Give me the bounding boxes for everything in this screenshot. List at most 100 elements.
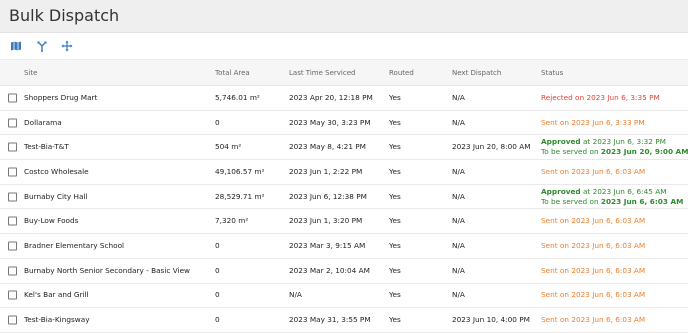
site-name: Shoppers Drug Mart <box>24 92 98 102</box>
next-dispatch: N/A <box>452 240 465 250</box>
routed-value: Yes <box>389 216 401 226</box>
last-serviced: 2023 May 8, 4:21 PM <box>289 142 366 152</box>
table-body: Shoppers Drug Mart 5,746.01 m² 2023 Apr 20… <box>0 86 688 333</box>
status-approved-time: at 2023 Jun 6, 3:32 PM <box>580 137 666 147</box>
route-split-icon[interactable] <box>36 40 48 52</box>
next-dispatch: N/A <box>452 166 465 176</box>
last-serviced: 2023 May 30, 3:23 PM <box>289 117 371 127</box>
status-serve-label: To be served on <box>541 147 601 157</box>
last-serviced: 2023 Jun 1, 2:22 PM <box>289 166 363 176</box>
last-serviced: 2023 Mar 2, 10:04 AM <box>289 265 370 275</box>
status-text: Sent on 2023 Jun 6, 6:03 AM <box>541 265 646 275</box>
last-serviced: 2023 Mar 3, 9:15 AM <box>289 240 366 250</box>
row-checkbox[interactable] <box>8 192 17 202</box>
last-serviced: 2023 Apr 20, 12:18 PM <box>289 92 373 102</box>
table-header: Site Total Area Last Time Serviced Route… <box>0 59 688 86</box>
total-area: 5,746.01 m² <box>215 92 260 102</box>
status-approved-label: Approved <box>541 186 581 196</box>
routed-value: Yes <box>389 265 401 275</box>
row-checkbox[interactable] <box>8 241 17 251</box>
table-row[interactable]: Kel's Bar and Grill 0 N/A Yes N/A Sent on 202… <box>0 284 688 309</box>
column-header-next-dispatch[interactable]: Next Dispatch <box>452 69 501 77</box>
total-area: 0 <box>215 117 220 127</box>
map-icon[interactable] <box>10 40 22 52</box>
status-approved-label: Approved <box>541 137 581 147</box>
table-row[interactable]: Dollarama 0 2023 May 30, 3:23 PM Yes N/A Sent… <box>0 111 688 136</box>
routed-value: Yes <box>389 142 401 152</box>
row-checkbox[interactable] <box>8 167 17 177</box>
status-serve-time: 2023 Jun 6, 6:03 AM <box>600 196 684 206</box>
status-approved-time: at 2023 Jun 6, 6:45 AM <box>580 186 667 196</box>
row-checkbox[interactable] <box>8 118 17 128</box>
toolbar <box>0 33 688 59</box>
last-serviced: 2023 Jun 1, 3:20 PM <box>289 216 363 226</box>
site-name: Bradner Elementary School <box>24 240 125 250</box>
status-serve-time: 2023 Jun 20, 9:00 AM <box>600 147 688 157</box>
status-text: Sent on 2023 Jun 6, 6:03 AM <box>541 315 646 325</box>
row-checkbox[interactable] <box>8 266 17 276</box>
table-row[interactable]: Bradner Elementary School 0 2023 Mar 3, 9:… <box>0 234 688 259</box>
next-dispatch: N/A <box>452 117 465 127</box>
table-row[interactable]: Buy-Low Foods 7,320 m² 2023 Jun 1, 3:20 PM… <box>0 209 688 235</box>
table-row[interactable]: Shoppers Drug Mart 5,746.01 m² 2023 Apr 20… <box>0 86 688 111</box>
total-area: 28,529.71 m² <box>215 191 265 201</box>
status-text: Sent on 2023 Jun 6, 6:03 AM <box>541 166 646 176</box>
column-header-total-area[interactable]: Total Area <box>215 69 250 77</box>
column-header-status[interactable]: Status <box>541 69 563 77</box>
status-text: Sent on 2023 Jun 6, 6:03 AM <box>541 290 646 300</box>
total-area: 0 <box>215 290 220 300</box>
total-area: 49,106.57 m² <box>215 166 265 176</box>
row-checkbox[interactable] <box>8 142 17 152</box>
row-checkbox[interactable] <box>8 93 17 103</box>
table-row[interactable]: Test-Bia-Kingsway 0 2023 May 31, 3:55 PM Ye… <box>0 308 688 333</box>
total-area: 0 <box>215 265 220 275</box>
total-area: 7,320 m² <box>215 216 249 226</box>
status-text: Sent on 2023 Jun 6, 3:33 PM <box>541 117 645 127</box>
table-row[interactable]: Burnaby North Senior Secondary - Basic V… <box>0 259 688 284</box>
next-dispatch: N/A <box>452 92 465 102</box>
routed-value: Yes <box>389 166 401 176</box>
site-name: Costco Wholesale <box>24 166 89 176</box>
row-checkbox[interactable] <box>8 290 17 300</box>
last-serviced: 2023 Jun 6, 12:38 PM <box>289 191 367 201</box>
table-row[interactable]: Costco Wholesale 49,106.57 m² 2023 Jun 1, … <box>0 160 688 185</box>
total-area: 0 <box>215 240 220 250</box>
next-dispatch: N/A <box>452 290 465 300</box>
status-serve-label: To be served on <box>541 196 601 206</box>
next-dispatch: N/A <box>452 265 465 275</box>
status-text: Sent on 2023 Jun 6, 6:03 AM <box>541 240 646 250</box>
site-name: Kel's Bar and Grill <box>24 290 89 300</box>
row-checkbox[interactable] <box>8 216 17 226</box>
site-name: Dollarama <box>24 117 62 127</box>
column-header-site[interactable]: Site <box>24 69 37 77</box>
routed-value: Yes <box>389 315 401 325</box>
next-dispatch: N/A <box>452 216 465 226</box>
site-name: Test-Bia-Kingsway <box>24 315 90 325</box>
routed-value: Yes <box>389 117 401 127</box>
routed-value: Yes <box>389 290 401 300</box>
column-header-routed[interactable]: Routed <box>389 69 414 77</box>
page-title: Bulk Dispatch <box>9 6 120 25</box>
total-area: 0 <box>215 315 220 325</box>
row-checkbox[interactable] <box>8 315 17 325</box>
status-text: Rejected on 2023 Jun 6, 3:35 PM <box>541 92 660 102</box>
last-serviced: N/A <box>289 290 302 300</box>
site-name: Buy-Low Foods <box>24 216 79 226</box>
move-arrows-icon[interactable] <box>61 40 73 52</box>
table-row[interactable]: Burnaby City Hall 28,529.71 m² 2023 Jun 6,… <box>0 185 688 210</box>
status-text: Sent on 2023 Jun 6, 6:03 AM <box>541 216 646 226</box>
column-header-last-serviced[interactable]: Last Time Serviced <box>289 69 355 77</box>
site-name: Test-Bia-T&T <box>24 142 69 152</box>
total-area: 504 m² <box>215 142 242 152</box>
next-dispatch: 2023 Jun 20, 8:00 AM <box>452 142 531 152</box>
last-serviced: 2023 May 31, 3:55 PM <box>289 315 371 325</box>
site-name: Burnaby City Hall <box>24 191 88 201</box>
site-name: Burnaby North Senior Secondary - Basic V… <box>24 265 191 275</box>
page-header: Bulk Dispatch <box>0 0 688 33</box>
next-dispatch: N/A <box>452 191 465 201</box>
routed-value: Yes <box>389 191 401 201</box>
status-text: Approved at 2023 Jun 6, 6:45 AM To be ser… <box>541 187 683 207</box>
next-dispatch: 2023 Jun 10, 4:00 PM <box>452 315 530 325</box>
status-text: Approved at 2023 Jun 6, 3:32 PM To be ser… <box>541 137 688 157</box>
table-row[interactable]: Test-Bia-T&T 504 m² 2023 May 8, 4:21 PM Yes… <box>0 135 688 161</box>
